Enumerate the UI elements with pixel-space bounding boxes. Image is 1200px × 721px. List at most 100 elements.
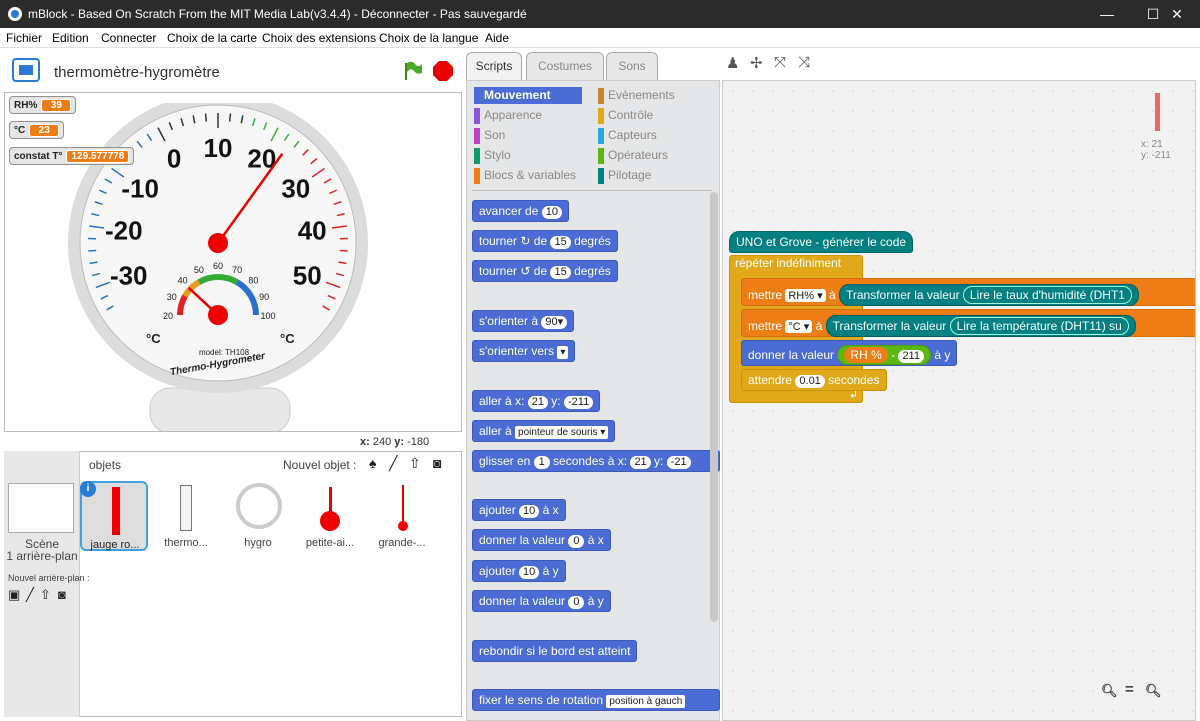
category-ev-nements[interactable]: Evènements — [598, 87, 706, 104]
block-donner-x[interactable]: donner la valeur 0 à x — [472, 529, 611, 551]
block-donner-y[interactable]: donner la valeur 0 à y — [472, 590, 611, 612]
sprite-thermo[interactable]: thermo... — [152, 481, 220, 549]
unit-right-label: °C — [280, 331, 295, 346]
delete-tool-icon[interactable]: ✢ — [750, 54, 763, 72]
wait-block[interactable]: attendre 0.01 secondes — [741, 369, 887, 391]
category-contr-le[interactable]: Contrôle — [598, 107, 706, 124]
grow-tool-icon[interactable]: ⤧ — [774, 54, 786, 71]
block-avancer[interactable]: avancer de 10 — [472, 200, 569, 222]
category-color-swatch — [474, 128, 480, 144]
scene-backdrop-count: 1 arrière-plan — [6, 549, 78, 563]
sprite-hygro[interactable]: hygro — [224, 481, 292, 549]
zoom-out-button[interactable]: 🔍︎ — [1101, 683, 1118, 699]
humidity-tick-label: 20 — [163, 311, 173, 321]
tab-costumes[interactable]: Costumes — [526, 52, 604, 80]
menu-bar: Fichier Edition Connecter Choix de la ca… — [0, 28, 1200, 48]
shrink-tool-icon[interactable]: ⤨ — [798, 54, 810, 71]
gauge-stand — [149, 387, 291, 431]
category-color-swatch — [474, 168, 480, 184]
humidity-tick-label: 60 — [213, 261, 223, 271]
sprite-x-info: x: 21 — [1141, 139, 1163, 150]
zoom-reset-button[interactable]: = — [1125, 681, 1134, 698]
green-flag-icon[interactable] — [402, 60, 424, 82]
block-tourner-gauche[interactable]: tourner ↺ de 15 degrés — [472, 260, 618, 282]
set-y-block[interactable]: donner la valeur RH % - 211 à y — [741, 340, 958, 366]
choose-sprite-library-icon[interactable]: ♠ — [369, 455, 376, 471]
script-area[interactable]: x: 21 y: -211 UNO et Grove - générer le … — [722, 80, 1196, 721]
category-op-rateurs[interactable]: Opérateurs — [598, 147, 706, 164]
sprite-label: petite-ai... — [305, 537, 355, 549]
category-label: Opérateurs — [608, 148, 669, 162]
stage-mouse-coords: x: 240 y: -180 — [360, 436, 430, 448]
info-icon[interactable]: i — [80, 481, 96, 497]
camera-sprite-icon[interactable]: ◙ — [433, 455, 441, 471]
minimize-button[interactable]: — — [1084, 0, 1130, 28]
tab-scripts[interactable]: Scripts — [466, 52, 522, 80]
temp-tick-label: -30 — [110, 260, 148, 290]
category-blocs-variables[interactable]: Blocs & variables — [474, 167, 582, 184]
category-label: Evènements — [608, 88, 675, 102]
stage-header: thermomètre-hygromètre — [4, 52, 462, 92]
close-button[interactable]: ✕ — [1154, 0, 1200, 28]
sprite-label: thermo... — [164, 537, 208, 549]
category-capteurs[interactable]: Capteurs — [598, 127, 706, 144]
menu-edition[interactable]: Edition — [52, 31, 89, 45]
stage[interactable]: -30 -20 -10 0 10 20 30 40 50 °C °C 20 30 40 50 60 70 80 90… — [4, 92, 462, 432]
block-tourner-droite[interactable]: tourner ↻ de 15 degrés — [472, 230, 618, 252]
category-pilotage[interactable]: Pilotage — [598, 167, 706, 184]
stop-icon[interactable] — [432, 60, 454, 82]
new-backdrop-label: Nouvel arrière-plan : — [8, 573, 90, 583]
block-aller-a[interactable]: aller à pointeur de souris ▾ — [472, 420, 616, 442]
scene-column: Scène 1 arrière-plan Nouvel arrière-plan… — [4, 451, 90, 717]
block-glisser[interactable]: glisser en 1 secondes à x: 21 y: -21 — [472, 450, 720, 472]
scene-thumbnail[interactable] — [8, 483, 74, 533]
humidity-needle-hub — [208, 305, 228, 325]
menu-connecter[interactable]: Connecter — [101, 31, 156, 45]
menu-choix-langue[interactable]: Choix de la langue — [379, 31, 478, 45]
camera-backdrop-icon[interactable]: ◙ — [58, 587, 66, 602]
sprite-grande-dot — [398, 521, 408, 531]
menu-aide[interactable]: Aide — [485, 31, 509, 45]
block-aller-xy[interactable]: aller à x: 21 y: -211 — [472, 390, 601, 412]
category-label: Contrôle — [608, 108, 654, 122]
menu-choix-carte[interactable]: Choix de la carte — [167, 31, 257, 45]
menu-fichier[interactable]: Fichier — [6, 31, 42, 45]
sprite-petite-aiguille[interactable]: petite-ai... — [296, 481, 364, 549]
block-orienter-vers[interactable]: s'orienter vers ▾ — [472, 340, 576, 362]
backdrop-library-icon[interactable]: ▣ — [8, 587, 20, 603]
sprite-grande-aiguille[interactable]: grande-... — [368, 481, 436, 549]
category-color-swatch — [598, 128, 604, 144]
duplicate-tool-icon[interactable]: ♟ — [726, 54, 739, 72]
paint-sprite-icon[interactable]: ╱ — [389, 455, 397, 472]
block-ajouter-y[interactable]: ajouter 10 à y — [472, 560, 566, 582]
set-rh-block[interactable]: mettre RH% ▾ à Transformer la valeur Lir… — [741, 278, 1195, 306]
sprite-petite-dot — [320, 511, 340, 531]
sprite-jauge-image — [112, 487, 120, 535]
block-rebondir[interactable]: rebondir si le bord est atteint — [472, 640, 638, 662]
upload-sprite-icon[interactable]: ⇧ — [409, 455, 421, 472]
fullscreen-icon[interactable] — [12, 58, 40, 82]
humidity-tick-label: 70 — [232, 265, 242, 275]
category-son[interactable]: Son — [474, 127, 582, 144]
menu-choix-extensions[interactable]: Choix des extensions — [262, 31, 376, 45]
set-celsius-block[interactable]: mettre °C ▾ à Transformer la valeur Lire… — [741, 309, 1195, 337]
category-stylo[interactable]: Stylo — [474, 147, 582, 164]
new-sprite-label: Nouvel objet : — [283, 458, 357, 472]
upload-backdrop-icon[interactable]: ⇧ — [40, 587, 51, 603]
sprite-label: jauge ro... — [90, 539, 140, 551]
category-apparence[interactable]: Apparence — [474, 107, 582, 124]
rotate-left-icon: ↺ — [520, 264, 531, 278]
paint-backdrop-icon[interactable]: ╱ — [26, 587, 34, 603]
category-mouvement[interactable]: Mouvement — [474, 87, 582, 104]
temp-tick-label: 0 — [167, 144, 181, 174]
sprite-jauge[interactable]: i jauge ro... — [80, 481, 148, 551]
humidity-tick-label: 90 — [259, 292, 269, 302]
block-sens-rotation[interactable]: fixer le sens de rotation position à gau… — [472, 689, 720, 711]
palette-scrollbar[interactable] — [710, 192, 718, 622]
current-sprite-preview — [1155, 93, 1160, 131]
hat-block-uno[interactable]: UNO et Grove - générer le code — [729, 231, 914, 253]
block-ajouter-x[interactable]: ajouter 10 à x — [472, 499, 566, 521]
zoom-in-button[interactable]: 🔍︎ — [1145, 683, 1162, 699]
block-orienter-a[interactable]: s'orienter à 90▾ — [472, 310, 575, 332]
tab-sons[interactable]: Sons — [606, 52, 658, 80]
